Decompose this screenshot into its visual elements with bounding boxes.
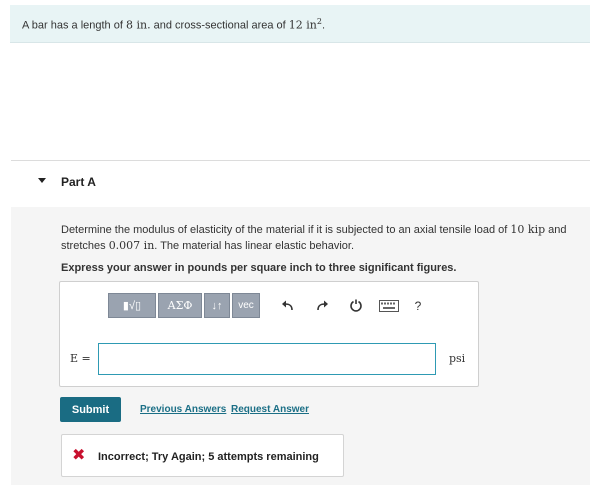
templates-button[interactable]: ▮√▯ [108,293,156,318]
problem-text-suffix: . [321,19,326,32]
problem-area: 12 in [288,18,317,32]
problem-statement: A bar has a length of 8 in. and cross-se… [10,5,590,43]
problem-text-middle: and cross-sectional area of [150,19,289,32]
question-text: Determine the modulus of elasticity of t… [61,222,590,254]
sort-button[interactable]: ↓↑ [204,293,230,318]
problem-text-prefix: A bar has a length of [22,19,126,32]
question-suffix: . The material has linear elastic behavi… [154,240,355,252]
question-stretch: 0.007 in [108,239,155,252]
vector-button[interactable]: vec [232,293,260,318]
answer-instruction: Express your answer in pounds per square… [61,262,457,274]
keyboard-icon[interactable] [378,298,400,314]
symbols-button[interactable]: ΑΣΦ [158,293,202,318]
part-a-body: Determine the modulus of elasticity of t… [11,207,590,485]
answer-box: ▮√▯ ΑΣΦ ↓↑ vec ? E = psi [59,281,479,387]
submit-button[interactable]: Submit [60,397,121,422]
error-x-icon: ✖ [72,447,86,464]
redo-icon[interactable] [314,298,330,314]
part-a-header[interactable]: Part A [11,161,590,207]
feedback-box: ✖ Incorrect; Try Again; 5 attempts remai… [61,434,344,477]
problem-length: 8 in. [125,18,151,32]
previous-answers-link[interactable]: Previous Answers [140,404,226,415]
undo-icon[interactable] [280,298,296,314]
answer-input[interactable] [98,343,436,375]
math-toolbar: ▮√▯ ΑΣΦ ↓↑ vec ? [108,293,448,319]
help-icon[interactable]: ? [410,298,426,314]
templates-icon: ▮√▯ [122,300,142,312]
question-prefix: Determine the modulus of elasticity of t… [61,224,511,236]
reset-icon[interactable] [348,298,364,314]
caret-down-icon[interactable] [38,178,46,183]
question-load: 10 kip [510,223,546,236]
variable-label: E = [70,352,91,365]
feedback-message: Incorrect; Try Again; 5 attempts remaini… [98,451,319,463]
units-label: psi [449,352,466,365]
part-title: Part A [61,175,96,189]
request-answer-link[interactable]: Request Answer [231,404,309,415]
